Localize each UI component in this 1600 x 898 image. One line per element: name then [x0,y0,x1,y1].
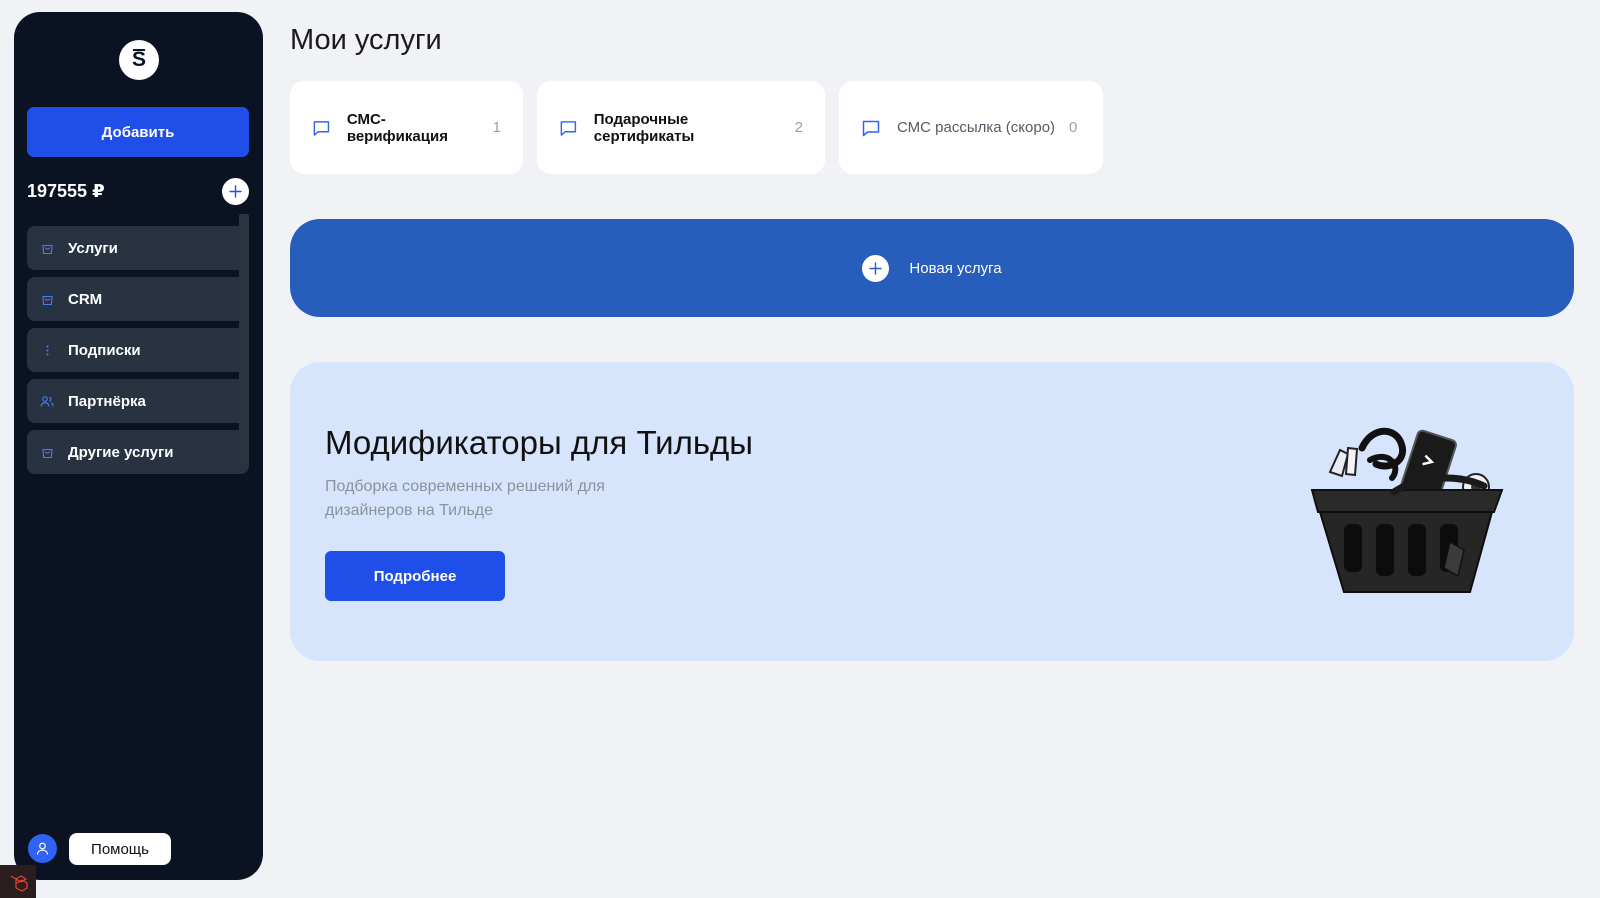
service-card-label: Подарочные сертификаты [593,110,695,145]
page-title: Мои услуги [290,24,442,56]
sidebar-nav: Услуги CRM Подписки Партнёрка Другие усл… [27,226,249,481]
bag-icon [40,292,54,306]
sidebar-item-label: Услуги [68,239,118,257]
service-card[interactable]: СМС рассылка (скоро) 0 [839,81,1103,174]
promo-banner: Модификаторы для Тильды Подборка совреме… [290,362,1574,661]
service-card-count: 0 [1069,119,1078,136]
bag-icon [40,241,54,255]
users-icon [40,394,54,408]
nav-scrollbar[interactable] [239,214,249,464]
promo-details-button[interactable]: Подробнее [325,551,505,601]
logo[interactable]: S [119,40,159,80]
promo-title: Модификаторы для Тильды [325,424,754,461]
service-card[interactable]: СМС-верификация 1 [290,81,523,174]
service-card-label: СМС-верификация [346,110,448,145]
service-card[interactable]: Подарочные сертификаты 2 [537,81,825,174]
sidebar-item-label: Подписки [68,341,141,359]
sidebar-item-label: Другие услуги [68,443,174,461]
app-window: S Добавить 197555 ₽ Услуги CRM Подписки … [0,0,1600,898]
plus-icon [229,185,242,198]
user-icon [36,842,49,855]
service-cards: СМС-верификация 1 Подарочные сертификаты… [290,81,1103,174]
sidebar-item-label: CRM [68,290,103,308]
bag-icon [40,445,54,459]
logo-bar [133,49,145,51]
basket-illustration [1310,427,1504,593]
chat-icon [560,120,577,136]
sidebar-item-subscriptions[interactable]: Подписки [27,328,249,372]
chat-icon [862,120,880,136]
sidebar-item-services[interactable]: Услуги [27,226,249,270]
add-button[interactable]: Добавить [27,107,249,157]
more-vertical-icon [40,343,54,357]
sidebar-item-crm[interactable]: CRM [27,277,249,321]
sidebar-item-partners[interactable]: Партнёрка [27,379,249,423]
balance-value: 197555 ₽ [27,181,105,201]
logo-letter: S [131,48,146,71]
service-card-count: 2 [794,119,803,136]
promo-subtitle: Подборка современных решений для дизайне… [325,478,605,519]
chat-icon [313,120,330,136]
help-button[interactable]: Помощь [69,833,171,865]
user-avatar[interactable] [28,834,57,863]
sidebar-item-label: Партнёрка [68,392,146,410]
service-card-label: СМС рассылка (скоро) [897,119,1056,136]
new-service-label: Новая услуга [909,259,1002,277]
new-service-button[interactable]: Новая услуга [290,219,1574,317]
laravel-icon [10,874,28,892]
sidebar-item-other-services[interactable]: Другие услуги [27,430,249,474]
debug-toolbar-button[interactable] [0,865,36,898]
sidebar: S Добавить 197555 ₽ Услуги CRM Подписки … [14,12,263,880]
plus-icon [862,254,890,282]
top-up-balance-button[interactable] [222,178,249,205]
service-card-count: 1 [492,119,501,136]
